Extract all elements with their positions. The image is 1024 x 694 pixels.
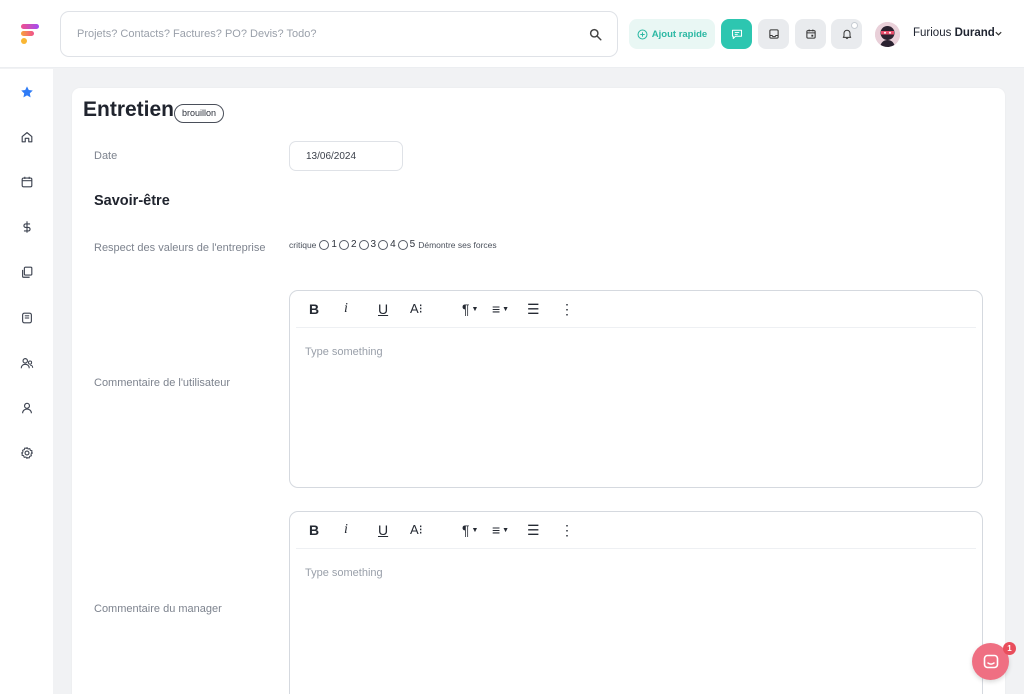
page-title: Entretien (83, 98, 175, 121)
inbox-button[interactable] (758, 19, 789, 49)
home-icon (21, 132, 33, 143)
messages-button[interactable] (721, 19, 752, 49)
list-button[interactable]: ☰ (527, 300, 540, 318)
status-badge: brouillon (174, 104, 225, 123)
align-button[interactable]: ≡ ▼ (492, 300, 509, 318)
editor-toolbar: B i U A⁝ ¶ ▼ ≡ ▼ ☰ ⋮ (296, 291, 976, 328)
quick-add-label: Ajout rapide (651, 28, 708, 40)
sidebar-item-settings[interactable] (17, 443, 37, 463)
user-comment-label: Commentaire de l'utilisateur (94, 377, 230, 389)
underline-button[interactable]: U (378, 300, 388, 318)
inbox-icon (768, 29, 779, 39)
search-input[interactable] (77, 24, 557, 44)
sidebar-item-home[interactable] (17, 127, 37, 147)
rating-low-label: critique (289, 239, 317, 250)
plus-circle-icon (637, 29, 648, 39)
editor-placeholder[interactable]: Type something (305, 567, 383, 579)
rating-scale: critique 1 2 3 4 5 Démontre ses forces (289, 239, 497, 250)
radio-button[interactable] (319, 239, 330, 250)
chat-unread-badge: 1 (1003, 642, 1016, 655)
radio-button[interactable] (397, 239, 408, 250)
chevron-down-icon[interactable] (994, 29, 1003, 38)
message-icon (731, 29, 742, 40)
dollar-icon (23, 221, 31, 233)
archive-icon (22, 312, 32, 324)
calendar-button[interactable] (795, 19, 826, 49)
user-last-name: Durand (954, 27, 995, 39)
search-icon[interactable] (589, 28, 602, 41)
italic-button[interactable]: i (344, 300, 348, 318)
bold-button[interactable]: B (309, 300, 319, 318)
sidebar-item-documents[interactable] (17, 262, 37, 282)
user-comment-editor[interactable]: B i U A⁝ ¶ ▼ ≡ ▼ ☰ ⋮ Type something (289, 290, 983, 488)
radio-button[interactable] (378, 239, 389, 250)
sidebar-item-contacts[interactable] (17, 353, 37, 373)
documents-icon (22, 266, 33, 278)
paragraph-button[interactable]: ¶ ▼ (462, 300, 478, 318)
paragraph-button[interactable]: ¶ ▼ (462, 521, 478, 539)
editor-placeholder[interactable]: Type something (305, 346, 383, 358)
calendar-icon (21, 176, 33, 188)
rating-option-5[interactable]: 5 (397, 239, 417, 250)
user-icon (22, 402, 32, 414)
date-label: Date (94, 150, 118, 162)
manager-comment-editor[interactable]: B i U A⁝ ¶ ▼ ≡ ▼ ☰ ⋮ Type something (289, 511, 983, 694)
editor-toolbar: B i U A⁝ ¶ ▼ ≡ ▼ ☰ ⋮ (296, 512, 976, 549)
italic-button[interactable]: i (344, 521, 348, 539)
more-button[interactable]: ⋮ (560, 300, 574, 318)
notification-dot (851, 22, 858, 29)
rating-option-3[interactable]: 3 (358, 239, 378, 250)
sidebar-item-finance[interactable] (17, 217, 37, 237)
sidebar (0, 69, 53, 694)
settings-icon (21, 447, 33, 459)
quick-add-button[interactable]: Ajout rapide (629, 19, 715, 49)
more-button[interactable]: ⋮ (560, 521, 574, 539)
rating-option-2[interactable]: 2 (338, 239, 358, 250)
bold-button[interactable]: B (309, 521, 319, 539)
users-icon (20, 358, 34, 369)
underline-button[interactable]: U (378, 521, 388, 539)
user-first-name: Furious (913, 27, 952, 39)
rating-option-4[interactable]: 4 (378, 239, 397, 250)
rating-option-1[interactable]: 1 (319, 239, 338, 250)
rating-high-label: Démontre ses forces (418, 239, 497, 250)
date-field[interactable] (289, 141, 403, 171)
chat-icon (983, 654, 998, 668)
sidebar-item-archive[interactable] (17, 308, 37, 328)
section-title: Savoir-être (94, 193, 170, 209)
notifications-button[interactable] (831, 19, 862, 49)
sidebar-item-profile[interactable] (17, 398, 37, 418)
user-name[interactable]: Furious Durand (913, 27, 995, 39)
star-icon (21, 86, 33, 98)
font-size-button[interactable]: A⁝ (410, 300, 423, 318)
app-logo[interactable] (21, 24, 39, 44)
avatar[interactable] (875, 22, 900, 47)
list-button[interactable]: ☰ (527, 521, 540, 539)
font-size-button[interactable]: A⁝ (410, 521, 423, 539)
align-button[interactable]: ≡ ▼ (492, 521, 509, 539)
radio-button[interactable] (358, 239, 369, 250)
sidebar-item-calendar[interactable] (17, 172, 37, 192)
calendar-icon (805, 29, 816, 39)
sidebar-item-favorites[interactable] (17, 82, 37, 102)
top-bar: Ajout rapide Furious Durand (0, 0, 1024, 68)
bell-icon (842, 29, 851, 40)
rating-label: Respect des valeurs de l'entreprise (94, 242, 266, 254)
search-bar[interactable] (60, 11, 618, 57)
manager-comment-label: Commentaire du manager (94, 603, 222, 615)
radio-button[interactable] (338, 239, 349, 250)
